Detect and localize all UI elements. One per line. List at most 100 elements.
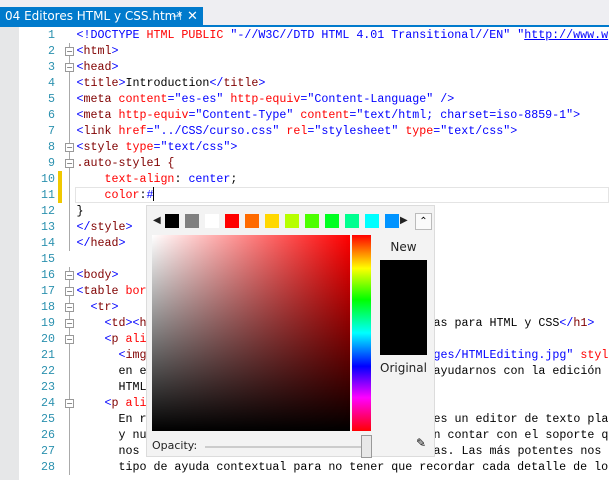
tab-title: 04 Editores HTML y CSS.htm* <box>5 9 183 23</box>
document-tab[interactable]: 04 Editores HTML y CSS.htm* ⊣ ✕ <box>0 7 203 26</box>
code-line[interactable]: } <box>77 203 84 219</box>
code-line[interactable]: <body> <box>77 267 119 283</box>
code-line[interactable]: <meta content="es-es" http-equiv="Conten… <box>77 91 455 107</box>
code-token: n contar con el soporte q <box>433 428 609 442</box>
code-line[interactable]: En r <box>77 411 146 427</box>
code-line[interactable]: ayudarnos con la edición d <box>434 363 609 379</box>
code-line[interactable]: <style type="text/css"> <box>77 139 238 155</box>
code-line[interactable]: n contar con el soporte q <box>434 427 609 443</box>
code-line[interactable]: </style> <box>77 219 133 235</box>
opacity-slider-track[interactable] <box>205 446 365 448</box>
color-swatch[interactable] <box>385 214 399 228</box>
code-token: text-align <box>76 172 175 186</box>
saturation-value-field[interactable] <box>152 235 350 431</box>
line-number: 6 <box>48 108 55 122</box>
code-line[interactable]: <link href="../CSS/curso.css" rel="style… <box>77 123 518 139</box>
code-token: ="text/html; charset=iso-8859-1"> <box>349 108 581 122</box>
line-number: 14 <box>41 236 55 250</box>
collapse-icon[interactable]: − <box>65 271 74 280</box>
code-token: http-equiv <box>230 92 301 106</box>
code-line[interactable]: .auto-style1 { <box>77 155 175 171</box>
code-token: > <box>587 316 595 330</box>
opacity-slider-thumb[interactable] <box>361 435 372 458</box>
collapse-icon[interactable]: − <box>65 303 74 312</box>
code-line[interactable]: <tr> <box>76 299 118 315</box>
fold-guide <box>69 411 70 427</box>
color-swatch[interactable] <box>205 214 219 228</box>
code-line[interactable]: <td><h <box>77 315 146 331</box>
code-line[interactable]: HTML <box>77 379 146 395</box>
collapse-icon[interactable]: − <box>65 47 74 56</box>
collapse-icon[interactable]: − <box>65 319 74 328</box>
fold-guide <box>69 123 70 139</box>
code-token: > <box>111 268 119 282</box>
collapse-icon[interactable]: − <box>65 287 74 296</box>
code-token: http://www.w <box>524 28 609 42</box>
collapse-icon[interactable]: − <box>65 335 74 344</box>
code-token: < <box>76 348 126 362</box>
code-token: href <box>118 124 147 138</box>
code-line[interactable]: nos <box>77 443 147 459</box>
close-icon[interactable]: ✕ <box>187 7 198 26</box>
collapse-button[interactable]: ⌃ <box>415 213 432 230</box>
next-swatches-icon[interactable]: ▶ <box>400 214 408 228</box>
code-line[interactable]: <img <box>76 347 146 363</box>
code-line[interactable]: <p ali <box>76 331 146 347</box>
color-swatch[interactable] <box>245 214 259 228</box>
color-swatch[interactable] <box>305 214 319 228</box>
code-line[interactable]: ges/HTMLEditing.jpg" styl <box>434 347 609 363</box>
code-line[interactable]: en e <box>77 363 146 379</box>
code-token: } <box>76 204 84 218</box>
code-line[interactable]: <html> <box>77 43 119 59</box>
line-number: 23 <box>41 380 55 394</box>
code-line[interactable]: </head> <box>77 235 126 251</box>
code-line[interactable]: es un editor de texto pla <box>434 411 609 427</box>
color-swatch[interactable] <box>185 214 199 228</box>
new-color-preview <box>380 260 427 355</box>
code-line[interactable]: color:# <box>77 187 155 203</box>
code-token: > <box>118 236 126 250</box>
collapse-icon[interactable]: − <box>65 63 74 72</box>
code-line[interactable]: y nu <box>77 427 146 443</box>
code-line[interactable]: <meta http-equiv="Content-Type" content=… <box>77 107 581 123</box>
color-swatch[interactable] <box>165 214 179 228</box>
code-token: ="text/css"> <box>433 124 518 138</box>
collapse-icon[interactable]: − <box>65 399 74 408</box>
color-swatch[interactable] <box>325 214 339 228</box>
code-line[interactable]: <p ali <box>77 395 146 411</box>
fold-guide <box>69 443 70 459</box>
fold-guide <box>69 459 70 475</box>
code-token: body <box>83 268 112 282</box>
pin-icon[interactable]: ⊣ <box>172 7 182 26</box>
prev-swatches-icon[interactable]: ◀ <box>153 214 161 228</box>
code-line[interactable]: as para HTML y CSS</h1> <box>434 315 595 331</box>
code-token: < <box>76 300 98 314</box>
code-token: < <box>76 268 84 282</box>
collapse-icon[interactable]: − <box>65 143 74 152</box>
code-line[interactable]: text-align: center; <box>76 171 237 187</box>
hue-slider[interactable] <box>352 235 371 431</box>
color-swatch[interactable] <box>285 214 299 228</box>
code-token: < <box>76 44 84 58</box>
code-line[interactable]: <head> <box>77 59 119 75</box>
color-swatch[interactable] <box>345 214 359 228</box>
code-line[interactable]: <!DOCTYPE HTML PUBLIC "-//W3C//DTD HTML … <box>77 27 609 43</box>
code-line[interactable]: tipo de ayuda contextual para no tener q… <box>77 459 608 475</box>
line-number: 16 <box>41 268 55 282</box>
code-token: meta <box>83 92 119 106</box>
color-swatch[interactable] <box>265 214 279 228</box>
eyedropper-icon[interactable]: ✎ <box>413 436 429 452</box>
code-token: HTML PUBLIC <box>146 28 231 42</box>
code-token: rel <box>286 124 308 138</box>
collapse-icon[interactable]: − <box>65 159 74 168</box>
code-line[interactable]: <table bor <box>77 283 147 299</box>
line-number: 28 <box>41 460 55 474</box>
code-line[interactable]: <title>Introduction</title> <box>77 75 266 91</box>
code-token: as para HTML y CSS <box>433 316 560 330</box>
line-number: 8 <box>48 140 55 154</box>
code-token: < <box>76 332 112 346</box>
code-line[interactable]: as. Las más potentes nos d <box>434 443 609 459</box>
color-swatch[interactable] <box>225 214 239 228</box>
code-token: ="text/css"> <box>153 140 238 154</box>
color-swatch[interactable] <box>365 214 379 228</box>
